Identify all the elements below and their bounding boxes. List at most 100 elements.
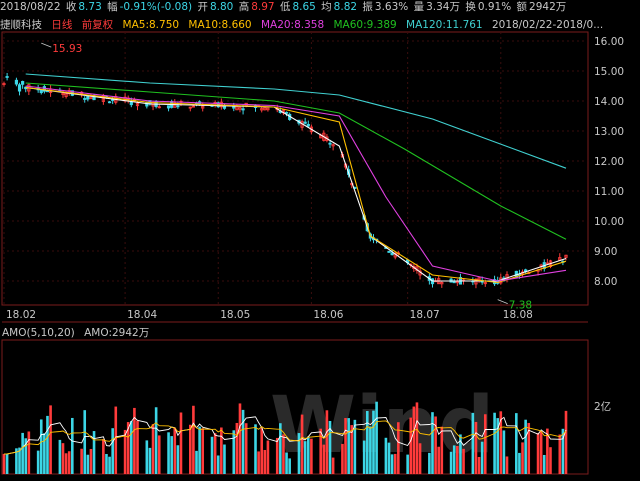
volume-bar [483,414,487,474]
volume-bar [173,427,177,474]
volume-bar [27,431,31,474]
volume-bar [300,414,304,474]
volume-bar [198,426,201,474]
date-tick-label: 18.04 [127,309,157,321]
ma-line-ma20 [25,85,567,282]
kline-chart[interactable]: 16.00 15.00 14.00 13.00 12.00 11.00 10.00 9.00 8… [0,0,640,481]
volume-bar [282,434,285,474]
ma-line-ma120 [25,73,567,169]
candle-body [390,252,394,256]
candle-body [21,81,25,85]
price-tick-label: 8.00 [594,276,617,288]
volume-bar [5,454,9,474]
volume-bar [216,455,220,474]
volume-bar [564,410,568,474]
volume-bar [36,450,40,474]
low-marker-line [497,299,508,304]
volume-bar [86,454,90,474]
amo-value: AMO:2942万 [84,327,150,339]
volume-bar [46,415,49,474]
price-tick-label: 9.00 [594,246,617,258]
candle-body [14,79,19,85]
price-tick-label: 10.00 [594,216,624,228]
volume-bar [279,423,282,474]
volume-bar [288,458,291,474]
volume-bar [108,456,111,474]
volume-bar [145,440,149,474]
volume-bar [406,454,409,474]
volume-bar [157,435,161,474]
volume-bar [244,423,248,474]
volume-bar [297,433,301,474]
date-tick-label: 18.06 [313,309,343,321]
volume-bar [390,454,394,474]
volume-bar [105,453,108,474]
volume-bar [67,451,71,474]
volume-bar [542,454,546,474]
date-tick-label: 18.02 [6,309,36,321]
volume-bar [266,440,270,474]
price-panel-frame [1,31,589,306]
volume-bar [412,406,416,474]
low-marker-label: 7.38 [509,300,532,312]
volume-bar [347,418,350,474]
date-tick-label: 18.05 [220,309,250,321]
high-marker-label: 15.93 [52,43,82,55]
volume-bar [362,440,366,474]
volume-bar [341,443,344,474]
volume-bar [365,410,369,474]
volume-bar [61,443,65,474]
candle-body [129,101,133,106]
volume-bar [232,430,236,474]
candle-body [284,111,289,114]
volume-bar [201,428,205,474]
price-tick-label: 13.00 [594,126,624,138]
volume-bar [539,431,543,474]
volume-bar [235,422,239,474]
volume-bar [170,436,173,474]
ma-line-ma10 [25,86,567,284]
volume-bar [375,401,378,474]
volume-bar [64,453,68,474]
volume-bar [130,421,133,474]
volume-bar [263,449,267,474]
volume-bar [83,410,87,474]
ma-line-ma5 [25,86,567,282]
volume-bar [195,450,198,474]
volume-bar [188,424,192,474]
volume-bar [238,403,242,474]
volume-bar [387,442,391,474]
candle-body [39,89,43,94]
volume-bar [167,432,170,474]
volume-bar [440,426,444,474]
price-tick-label: 12.00 [594,156,624,168]
price-tick-label: 15.00 [594,66,624,78]
volume-bar [151,424,155,474]
volume-bar [176,445,180,474]
volume-bar [257,451,260,474]
volume-bar [213,433,217,474]
candle-body [241,108,245,111]
volume-bar [179,412,183,474]
candle-body [328,142,332,145]
volume-bar [254,424,257,474]
date-tick-label: 18.07 [410,309,440,321]
volume-bar [428,452,431,474]
candle-body [222,105,227,109]
volume-bar [474,421,478,474]
volume-bar [409,417,413,474]
volume-bar [344,418,347,474]
volume-bar [71,417,74,474]
volume-bar [154,407,158,474]
volume-bar [223,444,226,474]
volume-bar [331,457,335,474]
volume-bar [2,453,6,474]
volume-bar [369,426,372,474]
candle-body [83,98,87,100]
volume-bar [220,427,223,474]
volume-bar [80,448,83,474]
volume-bar [536,433,540,474]
volume-bar [452,445,456,474]
volume-bar [285,452,288,474]
candle-body [5,76,9,78]
